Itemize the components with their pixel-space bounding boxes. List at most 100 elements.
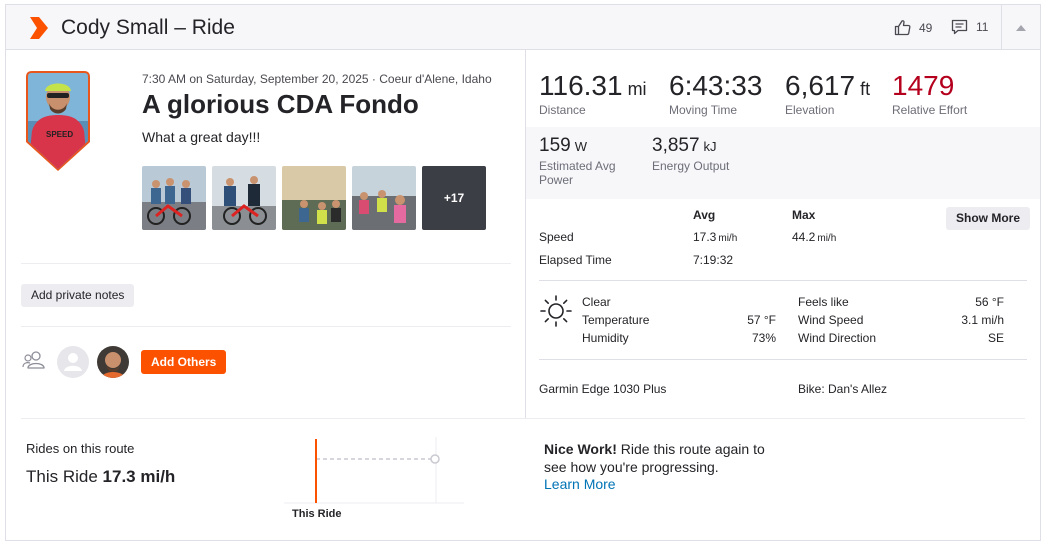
activity-description: What a great day!!! — [142, 129, 261, 145]
speed-max-unit: mi/h — [817, 233, 837, 244]
show-more-button[interactable]: Show More — [946, 207, 1031, 230]
chart-this-ride-label: This Ride — [292, 508, 342, 520]
elevation-unit: ft — [860, 79, 871, 99]
route-mini-chart — [284, 437, 464, 504]
activity-name: A glorious CDA Fondo — [142, 89, 419, 119]
this-ride-summary: This Ride 17.3 mi/h — [26, 467, 175, 487]
speed-label: Speed — [539, 230, 574, 244]
feels-like-value: 56 °F — [975, 295, 1004, 309]
stat-elevation: 6,617 ft Elevation — [785, 70, 870, 117]
humidity-label: Humidity — [582, 331, 629, 345]
photo-image — [142, 166, 206, 230]
device-name: Garmin Edge 1030 Plus — [539, 382, 667, 396]
chart-point — [430, 454, 440, 464]
more-photos-button[interactable]: +17 — [422, 166, 486, 230]
photo-image — [282, 166, 346, 230]
wind-speed-value: 3.1 mi/h — [961, 313, 1004, 327]
distance-unit: mi — [627, 79, 647, 99]
column-divider — [525, 50, 526, 418]
wind-direction-label: Wind Direction — [798, 331, 877, 345]
learn-more-link[interactable]: Learn More — [544, 476, 616, 492]
athlete-avatar-badge: SPEED — [26, 71, 90, 171]
nice-work-bold: Nice Work! — [544, 441, 617, 457]
stat-moving-time: 6:43:33 Moving Time — [669, 70, 762, 117]
temperature-value: 57 °F — [747, 313, 776, 327]
divider — [21, 326, 511, 327]
activity-photo[interactable] — [352, 166, 416, 230]
power-value: 159 — [539, 135, 571, 156]
speed-avg-value: 17.3 — [693, 230, 717, 244]
elevation-value: 6,617 — [785, 70, 856, 101]
add-others-button[interactable]: Add Others — [141, 350, 227, 374]
divider — [539, 359, 1027, 360]
photo-strip: +17 — [142, 166, 486, 230]
athlete-avatar[interactable]: SPEED — [26, 71, 90, 171]
page-title: Cody Small – Ride — [61, 16, 235, 39]
this-ride-prefix: This Ride — [26, 467, 98, 486]
wind-direction-value: SE — [987, 331, 1004, 345]
sun-icon — [540, 295, 572, 327]
activity-photo[interactable] — [212, 166, 276, 230]
athlete-small-avatar[interactable] — [97, 346, 129, 378]
stat-avg-power: 159 W Estimated Avg Power — [539, 135, 639, 187]
moving-time-label: Moving Time — [669, 103, 738, 117]
speed-avg-unit: mi/h — [718, 233, 738, 244]
activity-photo[interactable] — [142, 166, 206, 230]
svg-text:SPEED: SPEED — [46, 130, 73, 139]
speed-max: 44.2 mi/h — [792, 230, 836, 244]
power-label: Estimated Avg Power — [539, 159, 616, 187]
kudos-button[interactable]: 49 — [894, 19, 932, 36]
this-ride-speed: 17.3 mi/h — [102, 467, 176, 486]
thumbs-up-icon — [894, 20, 911, 36]
speed-avg: 17.3 mi/h — [693, 230, 737, 244]
stat-relative-effort[interactable]: 1479 Relative Effort — [892, 70, 967, 117]
stat-distance: 116.31 mi Distance — [539, 70, 647, 117]
divider — [539, 280, 1027, 281]
collapse-button[interactable] — [1001, 5, 1040, 50]
athlete-photo — [97, 346, 129, 378]
elapsed-value: 7:19:32 — [693, 253, 734, 267]
col-avg-header: Avg — [693, 208, 716, 222]
weather-condition: Clear — [582, 295, 611, 309]
power-unit: W — [574, 139, 587, 154]
activity-meta: 7:30 AM on Saturday, September 20, 2025 … — [142, 72, 492, 86]
comments-count: 11 — [976, 20, 989, 34]
kudos-count: 49 — [919, 20, 933, 35]
nice-work-message: Nice Work! Ride this route again to see … — [544, 440, 784, 476]
caret-up-icon — [1016, 24, 1026, 31]
elapsed-label: Elapsed Time — [539, 253, 612, 267]
wind-speed-label: Wind Speed — [798, 313, 864, 327]
activity-card: Cody Small – Ride 49 11 SPEED 7:30 AM on… — [5, 4, 1041, 541]
comments-button[interactable]: 11 — [951, 19, 988, 35]
empty-avatar — [57, 346, 89, 378]
comment-icon — [951, 19, 968, 35]
energy-unit: kJ — [703, 139, 717, 154]
relative-effort-label: Relative Effort — [892, 103, 968, 117]
temperature-label: Temperature — [582, 313, 650, 327]
elevation-label: Elevation — [785, 103, 835, 117]
distance-value: 116.31 — [539, 70, 623, 101]
person-icon — [64, 353, 82, 371]
activity-header: Cody Small – Ride 49 11 — [6, 5, 1040, 50]
moving-time-value: 6:43:33 — [669, 70, 763, 101]
bike-name[interactable]: Bike: Dan's Allez — [798, 382, 887, 396]
energy-label: Energy Output — [652, 159, 730, 173]
photo-image — [352, 166, 416, 230]
add-private-notes-button[interactable]: Add private notes — [21, 284, 135, 307]
feels-like-label: Feels like — [798, 295, 849, 309]
divider — [21, 418, 1025, 419]
distance-label: Distance — [539, 103, 586, 117]
humidity-value: 73% — [751, 331, 776, 345]
more-photos-count: +17 — [443, 191, 465, 205]
group-icon — [22, 351, 45, 369]
route-label: Rides on this route — [26, 441, 135, 456]
energy-value: 3,857 — [652, 135, 700, 156]
col-max-header: Max — [792, 208, 816, 222]
photo-image — [212, 166, 276, 230]
relative-effort-value: 1479 — [892, 70, 955, 101]
activity-photo[interactable] — [282, 166, 346, 230]
speed-max-value: 44.2 — [792, 230, 816, 244]
divider — [21, 263, 511, 264]
strava-chevron-icon — [30, 17, 48, 39]
stat-energy: 3,857 kJ Energy Output — [652, 135, 729, 173]
